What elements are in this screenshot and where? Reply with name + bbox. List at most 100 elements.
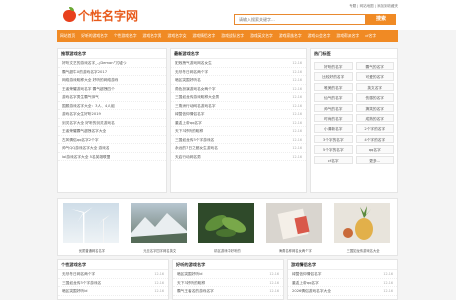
pineapple-image[interactable]: [334, 203, 391, 243]
gallery-card[interactable]: 精区游戏中好听的: [198, 203, 256, 255]
list-item-title[interactable]: 2026情侣游戏名字大全: [292, 287, 331, 295]
list-item-title[interactable]: 国服游戏名字大全：3人、4人组: [62, 102, 115, 110]
tag-link[interactable]: 唯美的名字: [314, 82, 353, 92]
list-item-title[interactable]: 天启行动网名男: [175, 153, 201, 161]
nav-item[interactable]: 游戏情侣名字: [193, 33, 216, 39]
list-item[interactable]: 绿茵信仰情侣名字 12-16: [171, 110, 306, 119]
list-item-title[interactable]: lol游戏名字大全 5名英雄联盟: [62, 153, 110, 161]
tag-link[interactable]: 帅气的名字: [314, 103, 353, 112]
list-item[interactable]: 犯贱拽气游戏网名女生 12-16: [171, 59, 306, 68]
tag-link[interactable]: 搞笑的名字: [355, 103, 394, 112]
tag-link[interactable]: 英文名字: [355, 82, 394, 92]
list-item[interactable]: lol游戏名字大全 5名英雄联盟: [58, 153, 166, 161]
list-item-title[interactable]: 剑灵名字大全 好听的剑灵游戏名: [62, 119, 115, 127]
list-item[interactable]: 重返上帝qq名字 12-16: [171, 119, 306, 127]
list-item-title[interactable]: 犯贱拽气游戏网名女生: [175, 59, 212, 67]
list-item[interactable]: 无尽冬日网名两个字 12-16: [171, 68, 306, 76]
list-item-title[interactable]: 天下3好听的昵称: [175, 127, 203, 135]
tag-link[interactable]: 2个字的名字: [355, 124, 394, 133]
list-item[interactable]: 帅气QQ游戏名字大全 游戏名: [58, 144, 166, 153]
nav-item[interactable]: 游戏英文名字: [250, 33, 273, 39]
list-item-title[interactable]: 三国如龙传游戏昵称大全男: [175, 93, 219, 101]
gallery-card[interactable]: 元旦名字四字网名英文: [130, 203, 189, 255]
search-box[interactable]: [234, 14, 366, 25]
tag-link[interactable]: cf名字: [314, 155, 353, 164]
list-item-title[interactable]: 绿茵信仰情侣名字: [292, 270, 322, 278]
tag-link[interactable]: 霸气的名字: [355, 62, 394, 71]
list-item-title[interactable]: 无尽冬日网名两个字: [62, 270, 95, 278]
apple-logo-icon[interactable]: [63, 7, 79, 23]
gallery-caption[interactable]: 元旦名字四字网名英文: [131, 248, 189, 253]
list-item-title[interactable]: 绿茵信仰情侣名字: [175, 110, 205, 118]
nav-item[interactable]: 好听的游戏名字: [81, 33, 108, 39]
list-item[interactable]: 剑灵名字大全 好听的剑灵游戏名: [58, 119, 166, 127]
tag-link[interactable]: 可爱的名字: [355, 72, 394, 81]
list-item-title[interactable]: 好听文艺的游戏名字_-¿Demon°冗墟つ: [62, 59, 127, 67]
list-item[interactable]: 三角洲行动网名游戏名字 12-16: [171, 102, 306, 110]
tag-link[interactable]: 小清新名字: [314, 124, 353, 133]
list-item[interactable]: 天下3好听的昵称 12-16: [171, 127, 306, 136]
list-item-title[interactable]: 永远的7日之都女生游戏名: [175, 144, 218, 152]
list-item[interactable]: 古风情侣qq名字2个字: [58, 136, 166, 144]
list-item[interactable]: 角色扮演游戏名女两个字 12-16: [171, 85, 306, 93]
tag-link[interactable]: 伤感的名字: [355, 93, 394, 102]
list-item-title[interactable]: 三国如龙传3个字游戏名: [175, 136, 214, 144]
list-item-title[interactable]: 重返上帝qq名字: [292, 279, 319, 287]
list-item[interactable]: 天启行动网名男 12-16: [171, 153, 306, 161]
list-item[interactable]: 暗区突围好听ld 12-16: [58, 287, 168, 296]
tag-link[interactable]: 3个字的名字: [314, 134, 353, 144]
list-item-title[interactable]: 三国如龙传3个字游戏名: [62, 279, 101, 287]
list-item-title[interactable]: 王者荣耀游戏名字 霸气超拽四个: [62, 85, 115, 93]
list-item[interactable]: 天下3好听的昵称 12-16: [173, 279, 283, 287]
gallery-card[interactable]: 优质普通网名名字: [62, 203, 121, 255]
nav-item[interactable]: cf名字: [365, 33, 376, 39]
gallery-card[interactable]: 三国如龙传游戏名大全: [334, 203, 392, 255]
search-input[interactable]: [235, 15, 365, 24]
tag-link[interactable]: qq名字: [355, 145, 394, 154]
nav-item[interactable]: 游戏名字女: [168, 33, 187, 39]
nav-item[interactable]: 游戏帮派名字: [336, 33, 359, 39]
list-item[interactable]: 网络游戏昵称大全 好听的网络游戏: [58, 76, 166, 85]
list-item[interactable]: 绿茵信仰情侣名字 12-16: [288, 270, 397, 279]
list-item-title[interactable]: 霸气超牛X的游戏名字2017: [62, 68, 107, 76]
list-item[interactable]: 暗区突围好听名 12-16: [171, 76, 306, 85]
list-item-title[interactable]: 网络游戏昵称大全 好听的网络游戏: [62, 76, 118, 84]
list-item[interactable]: 三国如龙传游戏昵称大全男 12-16: [171, 93, 306, 102]
site-logo-text[interactable]: 个性名字网: [78, 7, 138, 24]
nav-item[interactable]: 游戏名字男: [143, 33, 162, 39]
wind-turbine-image[interactable]: [62, 203, 119, 243]
nav-item[interactable]: 个性游戏名字: [114, 33, 137, 39]
tag-link[interactable]: 好听的名字: [314, 62, 353, 71]
tag-link[interactable]: 5个字的名字: [314, 145, 353, 154]
list-item-title[interactable]: 游戏名字女生好听2019: [62, 110, 101, 118]
list-item[interactable]: 三国如龙传3个字游戏名 12-16: [171, 136, 306, 144]
plant-image[interactable]: [198, 203, 255, 243]
list-item[interactable]: 霸气超牛X的游戏名字2017: [58, 68, 166, 76]
list-item-title[interactable]: 暗区突围好听名: [175, 76, 201, 84]
gallery-caption[interactable]: 优质普通网名名字: [63, 248, 121, 253]
card-image[interactable]: [266, 203, 323, 243]
gallery-card[interactable]: 海角名称网名女两个字: [266, 203, 324, 255]
list-item[interactable]: 永远的7日之都女生游戏名 12-16: [171, 144, 306, 153]
list-item[interactable]: 游戏名字男生霸气帅气: [58, 93, 166, 102]
list-item[interactable]: 三国如龙传3个字游戏名 12-16: [58, 279, 168, 287]
tag-link[interactable]: 4个字的名字: [355, 134, 394, 144]
tag-link[interactable]: 仙气的名字: [314, 93, 353, 102]
list-item-title[interactable]: 无尽冬日网名两个字: [175, 68, 208, 76]
list-item-title[interactable]: 霸气王者名的游戏名字: [177, 287, 214, 295]
list-item-title[interactable]: 王者荣耀霸气超拽名字大全: [62, 127, 106, 135]
gallery-caption[interactable]: 三国如龙传游戏名大全: [334, 248, 392, 253]
list-item[interactable]: 王者荣耀游戏名字 霸气超拽四个: [58, 85, 166, 93]
list-item-title[interactable]: 游戏名字男生霸气帅气: [62, 93, 99, 101]
list-item[interactable]: 2026情侣游戏名字大全 12-16: [288, 287, 397, 296]
list-item-title[interactable]: 古风情侣qq名字2个字: [62, 136, 99, 144]
nav-item[interactable]: 游戏公会名字: [308, 33, 331, 39]
gallery-caption[interactable]: 精区游戏中好听的: [198, 248, 256, 253]
list-item[interactable]: 暗区突围好听ld 12-16: [173, 270, 283, 279]
list-item[interactable]: 游戏名字女生好听2019: [58, 110, 166, 119]
list-item[interactable]: 重返上帝qq名字 12-16: [288, 279, 397, 287]
nav-item[interactable]: 游戏家族名字: [279, 33, 302, 39]
list-item-title[interactable]: 暗区突围好听ld: [62, 287, 88, 295]
tag-link[interactable]: 更多...: [355, 155, 394, 164]
tag-link[interactable]: 时尚的名字: [314, 113, 353, 123]
